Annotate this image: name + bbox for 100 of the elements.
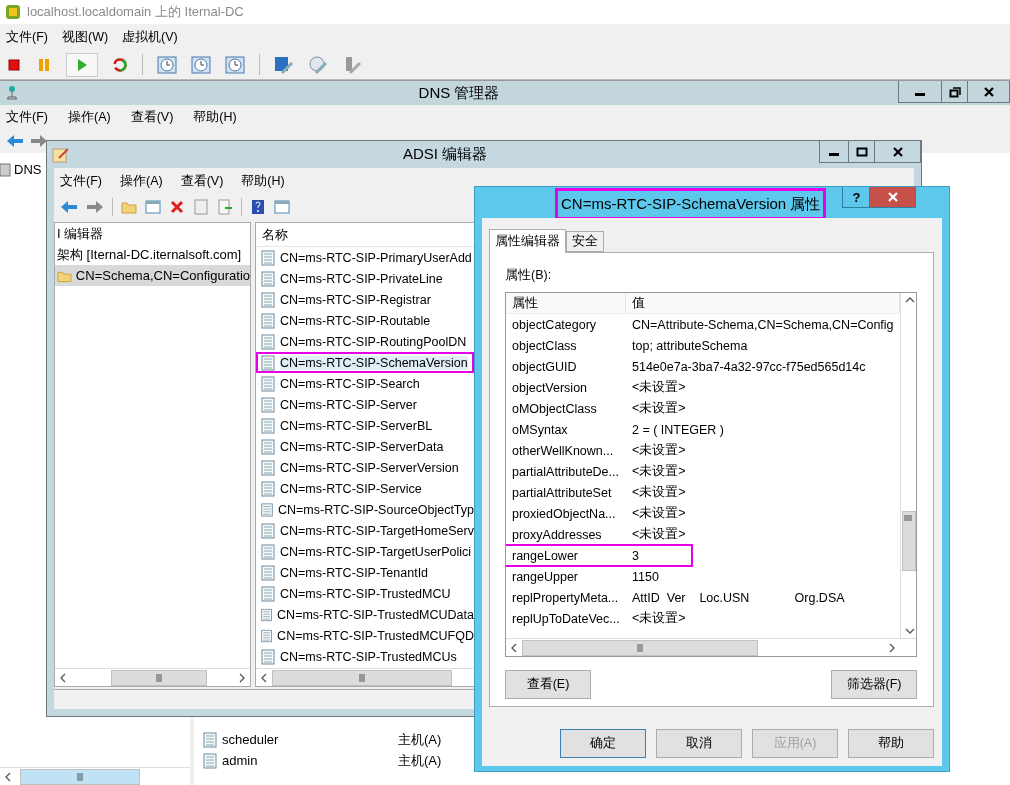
back-arrow-icon[interactable]	[60, 199, 78, 215]
attribute-name[interactable]: objectClass	[506, 338, 626, 353]
attribute-name[interactable]: objectVersion	[506, 380, 626, 395]
list-item[interactable]: CN=ms-RTC-SIP-TrustedMCU	[280, 586, 451, 601]
folder-icon[interactable]	[121, 199, 137, 215]
list-item[interactable]: CN=ms-RTC-SIP-ServerBL	[280, 418, 433, 433]
menu-item[interactable]: 文件(F)	[6, 28, 48, 46]
menu-item[interactable]: 操作(A)	[67, 108, 111, 126]
button[interactable]: 帮助	[848, 729, 934, 758]
list-item[interactable]: CN=ms-RTC-SIP-Service	[280, 481, 422, 496]
attribute-name[interactable]: oMSyntax	[506, 422, 626, 437]
attribute-name[interactable]: objectGUID	[506, 359, 626, 374]
menu-item[interactable]: 帮助(H)	[241, 172, 285, 190]
clock-icon[interactable]	[157, 54, 177, 75]
menu-item[interactable]: 文件(F)	[6, 108, 48, 126]
button[interactable]: 确定	[560, 729, 646, 758]
attribute-value: <未设置>	[631, 484, 686, 501]
window-title: localhost.localdomain 上的 Iternal-DC	[27, 3, 244, 21]
menu-item[interactable]: 操作(A)	[119, 172, 163, 190]
clock-icon[interactable]	[225, 54, 245, 75]
cd-wrench-icon[interactable]	[308, 54, 328, 75]
scrollbar-thumb[interactable]	[522, 639, 758, 656]
forward-arrow-icon[interactable]	[86, 199, 104, 215]
document-icon	[260, 648, 276, 665]
pause-icon[interactable]	[36, 56, 52, 73]
document-icon	[260, 627, 274, 644]
show-action-pane-icon[interactable]	[274, 199, 290, 215]
list-item[interactable]: CN=ms-RTC-SIP-TargetHomeServ	[280, 523, 474, 538]
list-item[interactable]: CN=ms-RTC-SIP-ServerData	[280, 439, 444, 454]
attribute-value: 3	[631, 548, 639, 563]
list-item[interactable]: CN=ms-RTC-SIP-RoutingPoolDN	[280, 334, 467, 349]
disk-wrench-icon[interactable]	[274, 54, 294, 75]
list-item[interactable]: CN=ms-RTC-SIP-SourceObjectTyp	[278, 502, 474, 517]
back-arrow-icon[interactable]	[6, 133, 24, 149]
list-item[interactable]: CN=ms-RTC-SIP-ServerVersion	[280, 460, 459, 475]
attribute-name[interactable]: objectCategory	[506, 317, 626, 332]
menu-item[interactable]: 视图(W)	[61, 28, 109, 46]
button[interactable]: 查看(E)	[505, 670, 591, 699]
close-icon[interactable]	[891, 145, 904, 158]
list-item[interactable]: CN=ms-RTC-SIP-PrimaryUserAdd	[280, 250, 472, 265]
list-item[interactable]: CN=ms-RTC-SIP-PrivateLine	[280, 271, 443, 286]
document-icon	[260, 585, 276, 602]
attribute-name[interactable]: oMObjectClass	[506, 401, 626, 416]
list-item[interactable]: CN=ms-RTC-SIP-Search	[280, 376, 420, 391]
menu-item[interactable]: 帮助(H)	[193, 108, 237, 126]
list-item[interactable]: CN=ms-RTC-SIP-TrustedMCUFQD	[277, 628, 474, 643]
close-icon[interactable]	[982, 85, 995, 98]
menu-item[interactable]: 虚拟机(V)	[122, 28, 178, 46]
list-item[interactable]: CN=ms-RTC-SIP-Server	[280, 397, 417, 412]
document-icon	[260, 606, 274, 623]
attribute-name[interactable]: proxyAddresses	[506, 527, 626, 542]
menu-item[interactable]: 查看(V)	[180, 172, 224, 190]
menu-item[interactable]: 查看(V)	[130, 108, 174, 126]
export-icon[interactable]	[217, 199, 233, 215]
list-item[interactable]: CN=ms-RTC-SIP-SchemaVersion	[280, 355, 468, 370]
menu-item[interactable]: 文件(F)	[60, 172, 102, 190]
restore-icon[interactable]	[948, 85, 961, 98]
list-item[interactable]: CN=ms-RTC-SIP-TargetUserPolici	[280, 544, 472, 559]
stop-icon[interactable]	[6, 56, 22, 73]
list-item[interactable]: CN=ms-RTC-SIP-TrustedMCUData	[277, 607, 474, 622]
tab[interactable]: 属性编辑器	[489, 229, 566, 253]
attribute-name[interactable]: otherWellKnown...	[506, 443, 626, 458]
document-icon	[260, 543, 276, 560]
clock-icon[interactable]	[191, 54, 211, 75]
list-item[interactable]: CN=ms-RTC-SIP-Routable	[280, 313, 431, 328]
forward-arrow-icon[interactable]	[30, 133, 48, 149]
list-item[interactable]: admin	[222, 753, 398, 768]
attribute-name[interactable]: partialAttributeSet	[506, 485, 626, 500]
column-header[interactable]: 属性	[506, 293, 626, 313]
tree-item[interactable]: 架构 [Iternal-DC.iternalsoft.com]	[57, 245, 242, 264]
attribute-name[interactable]: replUpToDateVec...	[506, 611, 626, 626]
help-icon[interactable]	[250, 199, 266, 215]
attribute-value: CN=Attribute-Schema,CN=Schema,CN=Config	[631, 317, 894, 332]
attribute-name[interactable]: rangeUpper	[506, 569, 626, 584]
scrollbar-thumb[interactable]	[111, 669, 207, 686]
document-icon	[260, 312, 276, 329]
button[interactable]: 取消	[656, 729, 742, 758]
list-item[interactable]: CN=ms-RTC-SIP-Registrar	[280, 292, 431, 307]
button[interactable]: 筛选器(F)	[831, 670, 917, 699]
scrollbar-thumb[interactable]	[20, 768, 140, 785]
attribute-value: <未设置>	[631, 463, 686, 480]
list-item[interactable]: scheduler	[222, 732, 398, 747]
tree-item[interactable]: I 编辑器	[57, 224, 104, 243]
refresh-icon[interactable]	[112, 56, 128, 73]
attribute-name[interactable]: partialAttributeDe...	[506, 464, 626, 479]
column-header[interactable]: 值	[626, 293, 900, 313]
maximize-icon[interactable]	[855, 145, 868, 158]
scrollbar-thumb[interactable]	[272, 669, 452, 686]
delete-icon[interactable]	[169, 199, 185, 215]
tab[interactable]: 安全	[566, 231, 604, 252]
attribute-name[interactable]: replPropertyMeta...	[506, 590, 626, 605]
document-icon	[260, 291, 276, 308]
list-item[interactable]: CN=ms-RTC-SIP-TrustedMCUs	[280, 649, 457, 664]
server-icon[interactable]	[0, 161, 12, 178]
scrollbar-thumb[interactable]	[901, 510, 916, 571]
list-item[interactable]: CN=ms-RTC-SIP-TenantId	[280, 565, 429, 580]
tree-item[interactable]: DNS	[14, 162, 42, 177]
attribute-name[interactable]: proxiedObjectNa...	[506, 506, 626, 521]
show-tree-icon[interactable]	[145, 199, 161, 215]
attribute-name[interactable]: rangeLower	[506, 548, 626, 563]
